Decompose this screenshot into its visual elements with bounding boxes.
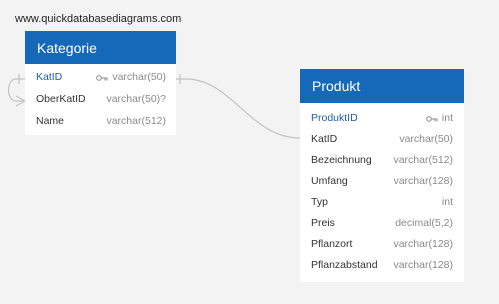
table-produkt-row-umfang[interactable]: Umfang varchar(128)	[300, 170, 464, 191]
table-produkt-row-pflanzabstand[interactable]: Pflanzabstand varchar(128)	[300, 254, 464, 275]
table-produkt-title: Produkt	[312, 78, 361, 94]
table-kategorie-row-name[interactable]: Name varchar(512)	[25, 110, 176, 132]
column-type: varchar(128)	[393, 237, 453, 250]
column-name: Bezeichnung	[311, 153, 372, 166]
table-produkt-row-bezeichnung[interactable]: Bezeichnung varchar(512)	[300, 149, 464, 170]
key-icon	[426, 114, 438, 122]
table-produkt-header[interactable]: Produkt	[300, 69, 464, 103]
column-name: ProduktID	[311, 111, 358, 124]
key-icon	[96, 73, 108, 81]
column-name: OberKatID	[36, 93, 86, 105]
column-type: int	[441, 195, 453, 208]
column-name: Typ	[311, 195, 328, 208]
column-type: varchar(512)	[393, 153, 453, 166]
column-type: int	[441, 111, 453, 124]
column-type: varchar(50)?	[106, 93, 166, 105]
table-kategorie[interactable]: Kategorie KatID varchar(50) OberKatID va…	[25, 31, 176, 135]
column-type: varchar(50)	[399, 132, 453, 145]
table-kategorie-row-katid[interactable]: KatID varchar(50)	[25, 66, 176, 88]
table-produkt[interactable]: Produkt ProduktID int KatID varchar(50)	[300, 69, 464, 282]
relation-katid-line[interactable]	[176, 78, 301, 139]
column-type: varchar(128)	[393, 174, 453, 187]
table-produkt-row-produktid[interactable]: ProduktID int	[300, 107, 464, 128]
table-produkt-row-pflanzort[interactable]: Pflanzort varchar(128)	[300, 233, 464, 254]
column-name: KatID	[36, 71, 63, 83]
column-name: Pflanzort	[311, 237, 353, 250]
column-type: varchar(50)	[112, 71, 166, 83]
site-url-label: www.quickdatabasediagrams.com	[15, 13, 182, 25]
column-type: varchar(512)	[106, 115, 166, 127]
column-name: Umfang	[311, 174, 348, 187]
table-produkt-row-preis[interactable]: Preis decimal(5,2)	[300, 212, 464, 233]
table-kategorie-header[interactable]: Kategorie	[25, 31, 176, 64]
table-produkt-row-katid[interactable]: KatID varchar(50)	[300, 128, 464, 149]
table-produkt-row-typ[interactable]: Typ int	[300, 191, 464, 212]
table-kategorie-row-oberkatid[interactable]: OberKatID varchar(50)?	[25, 88, 176, 110]
column-name: Preis	[311, 216, 335, 229]
table-kategorie-title: Kategorie	[37, 39, 97, 56]
column-type: decimal(5,2)	[395, 216, 453, 229]
relation-oberkat-crowfoot	[15, 95, 27, 107]
column-name: KatID	[311, 132, 338, 145]
column-name: Name	[36, 115, 65, 127]
relation-oberkat-self-line[interactable]	[7, 78, 26, 102]
column-name: Pflanzabstand	[311, 258, 378, 271]
column-type: varchar(128)	[393, 258, 453, 271]
